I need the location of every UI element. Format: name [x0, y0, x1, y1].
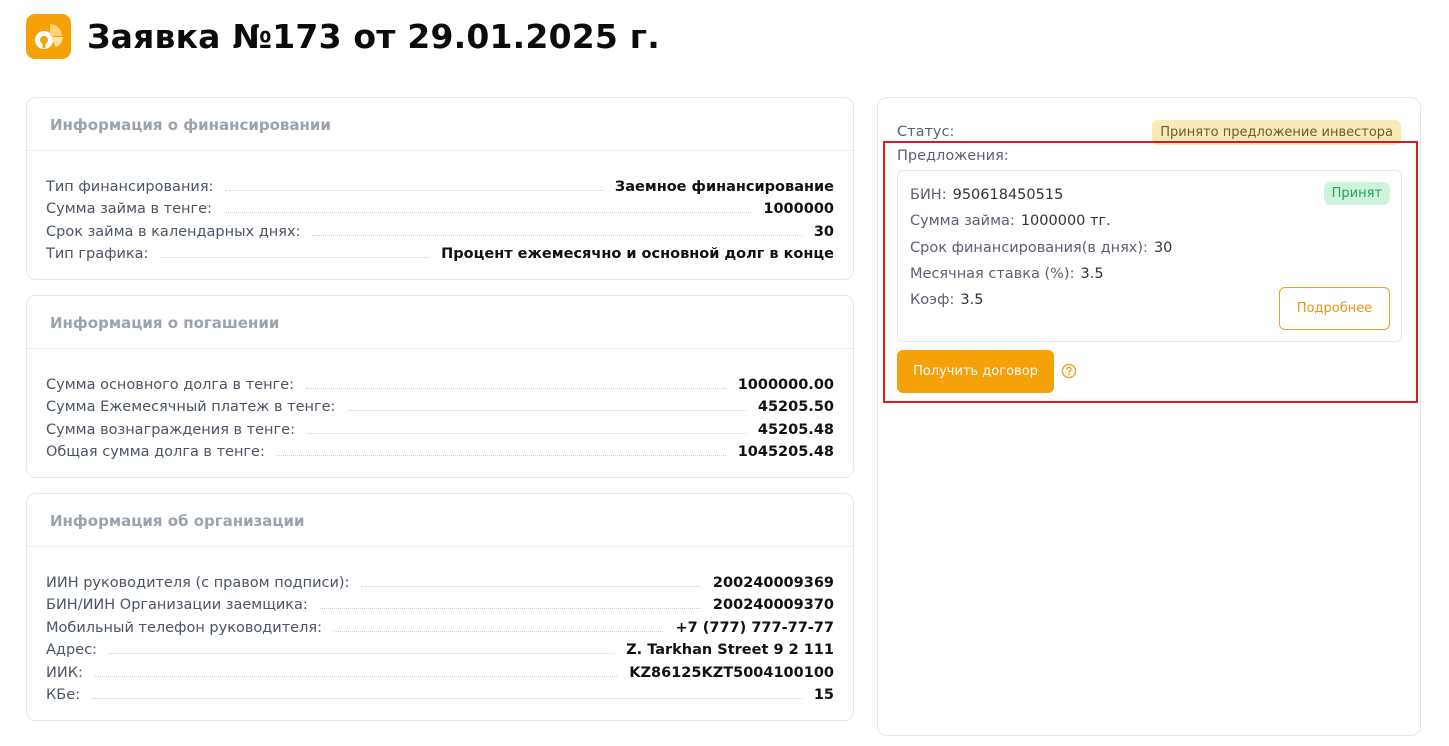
financing-info-card: Информация о финансировании Тип финансир…	[26, 97, 854, 280]
offer-bin-value: 950618450515	[952, 187, 1064, 203]
info-row-label: Мобильный телефон руководителя:	[46, 619, 322, 636]
organization-info-body: ИИН руководителя (с правом подписи): 200…	[27, 547, 853, 704]
offer-bin-label: БИН:	[910, 187, 947, 203]
financing-info-heading: Информация о финансировании	[27, 98, 853, 151]
repayment-info-body: Сумма основного долга в тенге: 1000000.0…	[27, 349, 853, 461]
info-row: Тип финансирования: Заемное финансирован…	[46, 172, 834, 195]
info-row-value: 200240009370	[712, 597, 834, 613]
dotted-leader	[361, 585, 701, 587]
info-row-value: 1045205.48	[737, 444, 834, 460]
offer-rate-label: Месячная ставка (%):	[910, 266, 1075, 282]
offer-amount: Сумма займа: 1000000 тг.	[910, 213, 1111, 229]
offer-term-label: Срок финансирования(в днях):	[910, 240, 1148, 256]
info-row-value: +7 (777) 777-77-77	[675, 619, 834, 636]
dotted-leader	[319, 608, 701, 609]
offer-amount-value: 1000000 тг.	[1020, 213, 1111, 229]
status-panel: Статус: Принято предложение инвестора Пр…	[877, 97, 1421, 736]
offer-amount-label: Сумма займа:	[910, 213, 1015, 229]
info-row: Сумма вознаграждения в тенге: 45205.48	[46, 415, 834, 438]
organization-info-heading: Информация об организации	[27, 494, 853, 547]
info-row-label: Тип финансирования:	[46, 178, 214, 195]
details-button[interactable]: Подробнее	[1279, 287, 1390, 330]
info-row-label: Сумма вознаграждения в тенге:	[46, 421, 295, 438]
info-row-value: 1000000.00	[737, 376, 834, 393]
info-row: Сумма Ежемесячный платеж в тенге: 45205.…	[46, 393, 834, 415]
info-row-value: 30	[813, 223, 834, 240]
info-row-label: Сумма основного долга в тенге:	[46, 376, 294, 393]
info-row: Адрес: Z. Tarkhan Street 9 2 111	[46, 636, 834, 658]
accepted-badge: Принят	[1323, 182, 1390, 205]
info-row: ИИК: KZ86125KZT5004100100	[46, 658, 834, 681]
repayment-info-card: Информация о погашении Сумма основного д…	[26, 295, 854, 478]
question-circle-icon[interactable]	[1061, 363, 1077, 379]
info-row-label: КБе:	[46, 687, 81, 703]
dotted-leader	[94, 675, 618, 677]
offers-label: Предложения:	[897, 148, 1009, 164]
offer-term: Срок финансирования(в днях): 30	[910, 240, 1172, 256]
info-row: Срок займа в календарных днях: 30	[46, 217, 834, 240]
info-row-label: Тип графика:	[46, 246, 149, 262]
repayment-info-heading: Информация о погашении	[27, 296, 853, 349]
info-row-value: 45205.48	[757, 421, 834, 438]
financing-info-body: Тип финансирования: Заемное финансирован…	[27, 151, 853, 263]
info-row-value: 1000000	[763, 201, 834, 217]
dotted-leader	[276, 455, 726, 456]
info-row-value: Процент ежемесячно и основной долг в кон…	[441, 246, 834, 262]
status-label: Статус:	[897, 124, 955, 140]
organization-info-card: Информация об организации ИИН руководите…	[26, 493, 854, 721]
dotted-leader	[223, 212, 752, 213]
offer-coef-value: 3.5	[960, 292, 984, 308]
dotted-leader	[92, 698, 802, 699]
info-row-value: 200240009369	[712, 574, 834, 591]
dotted-leader	[306, 432, 746, 434]
offer-card: БИН: 950618450515 Сумма займа: 1000000 тг.…	[897, 170, 1402, 342]
page-title: Заявка №173 от 29.01.2025 г.	[87, 17, 660, 56]
dotted-leader	[312, 234, 802, 236]
info-row-label: Общая сумма долга в тенге:	[46, 444, 265, 460]
info-row: ИИН руководителя (с правом подписи): 200…	[46, 568, 834, 591]
dotted-leader	[108, 653, 615, 654]
info-row-label: Срок займа в календарных днях:	[46, 223, 301, 240]
dotted-leader	[225, 189, 603, 191]
dotted-leader	[347, 410, 746, 411]
page-header: Заявка №173 от 29.01.2025 г.	[26, 14, 660, 59]
info-row: Мобильный телефон руководителя: +7 (777)…	[46, 613, 834, 636]
info-row-label: ИИК:	[46, 664, 83, 681]
info-row-label: Сумма Ежемесячный платеж в тенге:	[46, 399, 336, 415]
info-row: Сумма займа в тенге: 1000000	[46, 195, 834, 217]
offer-term-value: 30	[1153, 240, 1173, 256]
get-contract-button[interactable]: Получить договор	[897, 350, 1054, 393]
info-row-label: ИИН руководителя (с правом подписи):	[46, 574, 350, 591]
info-row-value: 15	[813, 687, 834, 703]
offer-rate-value: 3.5	[1080, 266, 1104, 282]
info-row-value: KZ86125KZT5004100100	[629, 664, 834, 681]
dotted-leader	[333, 630, 664, 632]
info-row: БИН/ИИН Организации заемщика: 2002400093…	[46, 591, 834, 613]
offer-rate: Месячная ставка (%): 3.5	[910, 266, 1104, 282]
info-row-value: 45205.50	[757, 399, 834, 415]
info-row-value: Заемное финансирование	[614, 178, 834, 195]
offer-coef-label: Коэф:	[910, 292, 955, 308]
info-row: КБе: 15	[46, 681, 834, 703]
info-row-label: Адрес:	[46, 642, 97, 658]
info-row: Тип графика: Процент ежемесячно и основн…	[46, 240, 834, 262]
info-row: Общая сумма долга в тенге: 1045205.48	[46, 438, 834, 460]
info-row-label: БИН/ИИН Организации заемщика:	[46, 597, 308, 613]
app-logo-icon[interactable]	[26, 14, 71, 59]
offer-bin: БИН: 950618450515	[910, 187, 1063, 203]
offer-coef: Коэф: 3.5	[910, 292, 983, 308]
info-row-value: Z. Tarkhan Street 9 2 111	[626, 642, 834, 658]
dotted-leader	[160, 257, 430, 258]
info-row-label: Сумма займа в тенге:	[46, 201, 212, 217]
info-row: Сумма основного долга в тенге: 1000000.0…	[46, 370, 834, 393]
dotted-leader	[305, 387, 726, 389]
